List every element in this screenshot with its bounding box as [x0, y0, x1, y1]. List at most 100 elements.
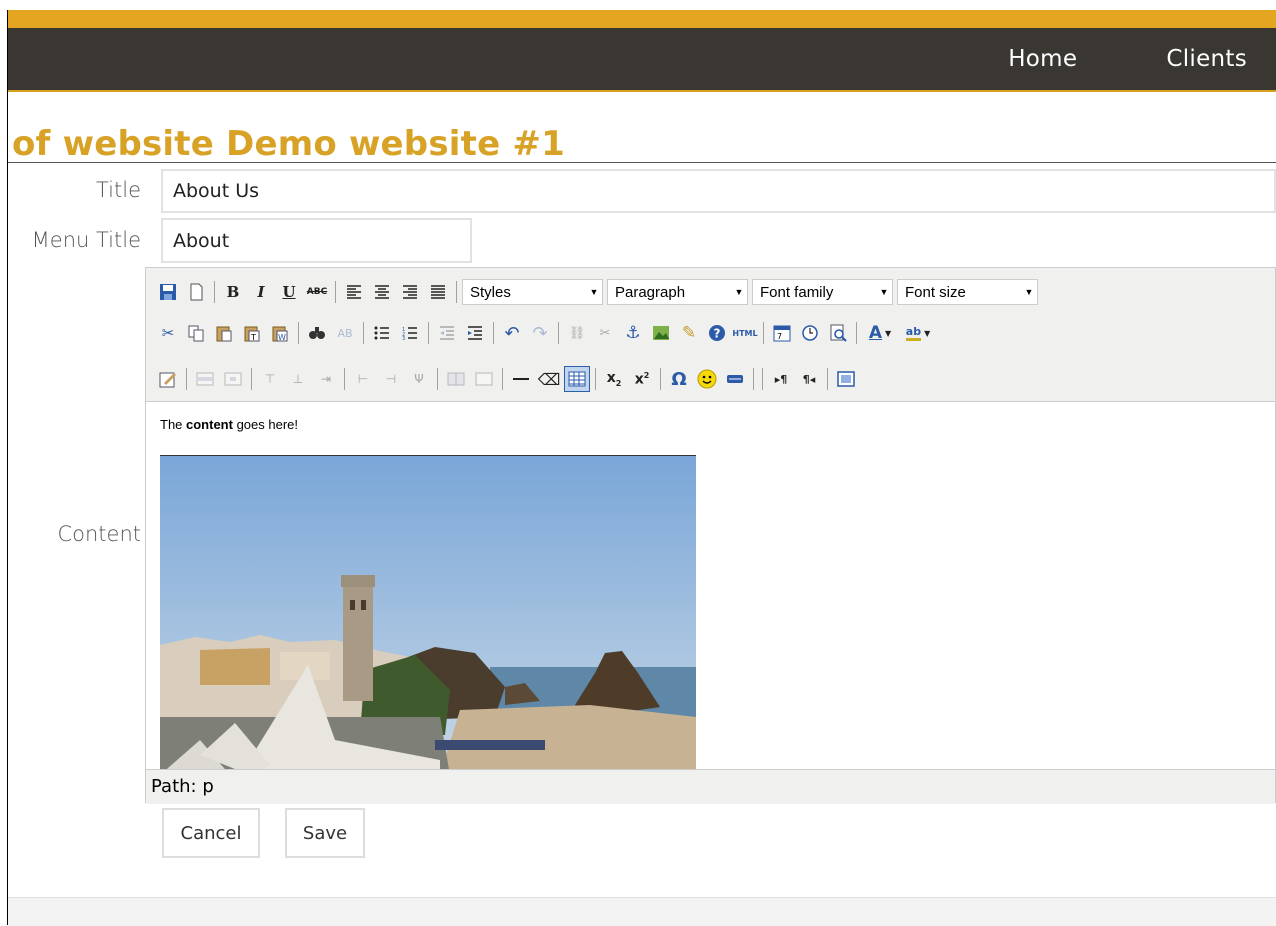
emoticon-icon[interactable] [694, 366, 720, 392]
chevron-down-icon: ▼ [1024, 287, 1034, 297]
menu-title-label: Menu Title [31, 228, 141, 252]
help-icon[interactable]: ? [704, 320, 730, 346]
copy-icon[interactable] [183, 320, 209, 346]
insert-date-icon[interactable]: 7 [769, 320, 795, 346]
toolbar-separator [186, 368, 187, 390]
outdent-icon[interactable] [434, 320, 460, 346]
align-justify-icon[interactable] [425, 279, 451, 305]
format-select[interactable]: Paragraph ▼ [607, 279, 748, 305]
media-icon[interactable] [722, 366, 748, 392]
cell-properties-icon[interactable] [220, 366, 246, 392]
paste-word-icon[interactable]: W [267, 320, 293, 346]
toolbar-separator [428, 322, 429, 344]
find-icon[interactable] [304, 320, 330, 346]
subscript-icon[interactable]: x2 [601, 366, 627, 392]
align-right-icon[interactable] [397, 279, 423, 305]
menu-title-input[interactable] [161, 218, 472, 263]
chevron-down-icon: ▼ [589, 287, 599, 297]
toolbar-separator [251, 368, 252, 390]
toolbar-separator [763, 322, 764, 344]
horizontal-rule-icon[interactable] [508, 366, 534, 392]
svg-text:W: W [278, 333, 286, 342]
merge-cells-icon[interactable] [471, 366, 497, 392]
text-color-icon[interactable]: A ▼ [862, 320, 898, 346]
cleanup-icon[interactable]: ✎ [676, 320, 702, 346]
numbered-list-icon[interactable]: 123 [397, 320, 423, 346]
anchor-icon[interactable]: ⚓ [620, 320, 646, 346]
split-cells-icon[interactable] [443, 366, 469, 392]
font-family-select[interactable]: Font family ▼ [752, 279, 893, 305]
svg-text:T: T [250, 333, 256, 342]
toolbar-separator [595, 368, 596, 390]
fullscreen-icon[interactable] [833, 366, 859, 392]
save-button[interactable]: Save [285, 808, 365, 858]
toolbar-separator [344, 368, 345, 390]
toolbar-separator [660, 368, 661, 390]
editor-content-area[interactable]: The content goes here! [146, 401, 1275, 770]
svg-text:3: 3 [402, 336, 405, 340]
remove-format-icon[interactable]: ⌫ [536, 366, 562, 392]
undo-icon[interactable]: ↶ [499, 320, 525, 346]
toolbar-separator [753, 368, 754, 390]
delete-row-icon[interactable]: ⇥ [313, 366, 339, 392]
new-document-icon[interactable] [183, 279, 209, 305]
svg-text:?: ? [714, 327, 721, 341]
paste-icon[interactable] [211, 320, 237, 346]
insert-row-after-icon[interactable]: ⊥ [285, 366, 311, 392]
underline-icon[interactable]: U [276, 279, 302, 305]
bullet-list-icon[interactable] [369, 320, 395, 346]
beach-photo[interactable] [160, 455, 696, 770]
html-source-icon[interactable]: HTML [732, 320, 758, 346]
toolbar-separator [762, 368, 763, 390]
nav-clients-link[interactable]: Clients [1166, 46, 1247, 72]
redo-icon[interactable]: ↷ [527, 320, 553, 346]
preview-icon[interactable] [825, 320, 851, 346]
indent-icon[interactable] [462, 320, 488, 346]
insert-row-before-icon[interactable]: ⊤ [257, 366, 283, 392]
save-icon[interactable] [155, 279, 181, 305]
editor-status-bar: Path: p [146, 770, 1275, 804]
ltr-direction-icon[interactable]: ▸¶ [768, 366, 794, 392]
title-label: Title [95, 178, 141, 202]
background-color-icon[interactable]: ab ▼ [900, 320, 936, 346]
font-size-select[interactable]: Font size ▼ [897, 279, 1038, 305]
align-center-icon[interactable] [369, 279, 395, 305]
toolbar-separator [558, 322, 559, 344]
chevron-down-icon: ▼ [734, 287, 744, 297]
styles-select[interactable]: Styles ▼ [462, 279, 603, 305]
row-properties-icon[interactable] [192, 366, 218, 392]
toolbar-separator [214, 281, 215, 303]
replace-icon[interactable]: AB [332, 320, 358, 346]
toolbar-separator [856, 322, 857, 344]
italic-icon[interactable]: I [248, 279, 274, 305]
main-nav: Home Clients [1008, 28, 1276, 90]
insert-column-before-icon[interactable]: ⊢ [350, 366, 376, 392]
bold-icon[interactable]: B [220, 279, 246, 305]
nav-home-link[interactable]: Home [1008, 46, 1077, 72]
cancel-button[interactable]: Cancel [162, 808, 260, 858]
title-divider [8, 162, 1276, 163]
paste-text-icon[interactable]: T [239, 320, 265, 346]
align-left-icon[interactable] [341, 279, 367, 305]
insert-column-after-icon[interactable]: ⊣ [378, 366, 404, 392]
strikethrough-icon[interactable]: ABC [304, 279, 330, 305]
special-character-icon[interactable]: Ω [666, 366, 692, 392]
edit-css-icon[interactable] [155, 366, 181, 392]
cut-icon[interactable]: ✂ [155, 320, 181, 346]
content-label: Content [57, 522, 141, 546]
table-icon[interactable] [564, 366, 590, 392]
element-path: Path: p [151, 776, 214, 797]
delete-column-icon[interactable]: Ψ [406, 366, 432, 392]
toolbar-separator [437, 368, 438, 390]
superscript-icon[interactable]: x2 [629, 366, 655, 392]
page-border [7, 10, 8, 925]
image-icon[interactable] [648, 320, 674, 346]
link-icon[interactable]: ⛓ [564, 320, 590, 346]
insert-time-icon[interactable] [797, 320, 823, 346]
title-input[interactable] [161, 169, 1276, 213]
top-navbar: Home Clients [8, 10, 1276, 92]
rtl-direction-icon[interactable]: ¶◂ [796, 366, 822, 392]
unlink-icon[interactable]: ✂ [592, 320, 618, 346]
toolbar-row-3: ⊤ ⊥ ⇥ ⊢ ⊣ Ψ ⌫ x2 x2 Ω ▸¶ ¶◂ [155, 364, 861, 394]
toolbar-separator [502, 368, 503, 390]
